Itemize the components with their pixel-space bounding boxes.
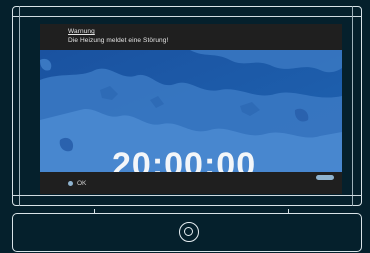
power-ring-icon [184, 227, 193, 236]
status-pill-icon [316, 175, 334, 180]
tv-screen: Warnung Die Heizung meldet eine Störung! [40, 24, 342, 194]
tv-device: Warnung Die Heizung meldet eine Störung! [0, 0, 370, 253]
frame-bottom-strip [12, 195, 362, 206]
ok-label[interactable]: OK [77, 180, 86, 187]
europe-map-image: 20:00:00 [40, 50, 342, 172]
warning-message: Die Heizung meldet eine Störung! [68, 37, 169, 44]
warning-banner: Warnung Die Heizung meldet eine Störung! [40, 24, 342, 48]
frame-top-line [12, 16, 362, 17]
screen-footer: OK [40, 172, 342, 194]
warning-title[interactable]: Warnung [68, 28, 95, 35]
frame-left-column [12, 6, 20, 206]
ok-button-icon[interactable] [68, 181, 73, 186]
frame-right-column [352, 6, 362, 206]
clock-display: 20:00:00 [112, 146, 257, 172]
power-button[interactable] [179, 222, 199, 242]
